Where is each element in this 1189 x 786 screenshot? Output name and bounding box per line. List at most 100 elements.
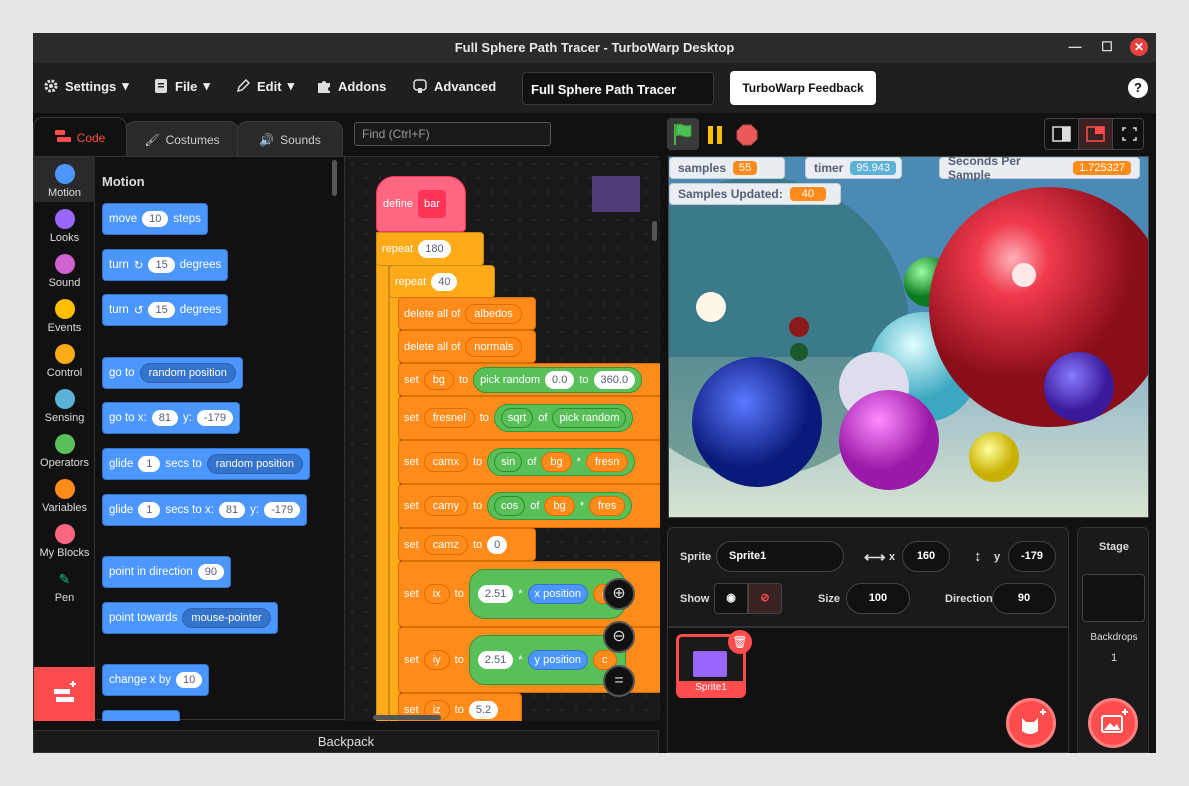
- set-fresnel-var[interactable]: fresnel: [423, 408, 475, 428]
- repeat-180-block[interactable]: repeat 180: [376, 232, 484, 266]
- cos-reporter[interactable]: cos of bg * fres: [487, 492, 633, 520]
- move-steps-block[interactable]: move 10 steps: [102, 203, 208, 235]
- change-x-input[interactable]: 10: [176, 672, 203, 688]
- turn-left-block[interactable]: turn ↺ 15 degrees: [102, 294, 229, 326]
- glide-xy-secs-input[interactable]: 1: [138, 502, 161, 518]
- ix-number[interactable]: 2.51: [477, 585, 514, 603]
- fullscreen-button[interactable]: [1113, 119, 1146, 149]
- partial-block[interactable]: [102, 710, 180, 721]
- monitor-samples[interactable]: samples 55: [669, 157, 785, 179]
- canvas-scrollbar-h[interactable]: [373, 715, 441, 720]
- category-sound[interactable]: Sound: [34, 247, 95, 292]
- monitor-timer[interactable]: timer 95.943: [805, 157, 902, 179]
- set-bg-block[interactable]: set bg to pick random 0.0 to 360.0: [398, 363, 660, 396]
- sprite-name-input[interactable]: Sprite1: [716, 541, 844, 572]
- glide-dropdown[interactable]: random position: [206, 454, 304, 474]
- direction-input[interactable]: 90: [992, 583, 1056, 614]
- turn-right-input[interactable]: 15: [148, 257, 175, 273]
- edit-menu[interactable]: Edit ▾: [235, 78, 294, 94]
- set-camx-block[interactable]: set camx to sin of bg * fresn: [398, 440, 660, 484]
- ix-multiply-reporter[interactable]: 2.51*x positionc: [468, 569, 626, 619]
- normals-dropdown[interactable]: normals: [465, 336, 523, 357]
- category-variables[interactable]: Variables: [34, 472, 95, 517]
- set-fresnel-block[interactable]: set fresnel to sqrt of pick random: [398, 396, 660, 440]
- go-to-xy-block[interactable]: go to x: 81 y: -179: [102, 402, 240, 434]
- help-button[interactable]: ?: [1128, 78, 1148, 98]
- feedback-button[interactable]: TurboWarp Feedback: [730, 71, 876, 105]
- go-to-y-input[interactable]: -179: [196, 410, 233, 426]
- maximize-button[interactable]: ☐: [1098, 38, 1116, 56]
- iy-multiply-reporter[interactable]: 2.51 * y position c: [468, 635, 626, 685]
- repeat-40-input[interactable]: 40: [431, 272, 458, 291]
- stage-panel[interactable]: Stage Backdrops 1: [1077, 527, 1149, 753]
- move-steps-input[interactable]: 10: [142, 211, 169, 227]
- file-menu[interactable]: File ▾: [153, 78, 210, 94]
- addons-menu[interactable]: Addons: [316, 78, 386, 94]
- category-control[interactable]: Control: [34, 337, 95, 382]
- point-direction-block[interactable]: point in direction 90: [102, 556, 231, 588]
- script-canvas[interactable]: define bar repeat 180 repeat 40 delete all…: [345, 157, 660, 721]
- minimize-button[interactable]: —: [1066, 38, 1084, 56]
- category-pen[interactable]: ✎ Pen: [34, 562, 95, 607]
- albedos-dropdown[interactable]: albedos: [465, 303, 522, 324]
- sqrt-reporter[interactable]: sqrt of pick random: [493, 404, 634, 432]
- category-operators[interactable]: Operators: [34, 427, 95, 472]
- category-my-blocks[interactable]: My Blocks: [34, 517, 95, 562]
- show-visible-button[interactable]: ◉: [714, 583, 748, 614]
- sin-dropdown[interactable]: sin: [494, 452, 523, 472]
- turn-right-block[interactable]: turn ↻ 15 degrees: [102, 249, 229, 281]
- settings-menu[interactable]: Settings ▾: [43, 78, 129, 94]
- canvas-scrollbar-v[interactable]: [652, 221, 657, 241]
- zoom-reset-button[interactable]: =: [603, 665, 635, 697]
- glide-secs-input[interactable]: 1: [138, 456, 161, 472]
- zoom-in-button[interactable]: ⊕: [603, 578, 635, 610]
- set-iy-var[interactable]: iy: [423, 650, 450, 670]
- add-backdrop-button[interactable]: [1088, 698, 1138, 748]
- show-hidden-button[interactable]: ⊘: [748, 583, 782, 614]
- zoom-out-button[interactable]: ⊖: [603, 621, 635, 653]
- pick-random-reporter[interactable]: pick random 0.0 to 360.0: [473, 366, 643, 393]
- size-input[interactable]: 100: [846, 583, 910, 614]
- delete-sprite-button[interactable]: 🗑: [728, 630, 752, 654]
- pause-button[interactable]: [705, 125, 725, 145]
- add-extension-button[interactable]: [34, 667, 95, 721]
- set-camy-var[interactable]: camy: [423, 496, 468, 516]
- stop-button[interactable]: [736, 124, 758, 146]
- set-camz-var[interactable]: camz: [423, 534, 468, 555]
- monitor-seconds-per-sample[interactable]: Seconds Per Sample 1.725327: [939, 157, 1140, 182]
- set-camy-block[interactable]: set camy to cos of bg * fres: [398, 484, 660, 528]
- set-ix-var[interactable]: ix: [423, 584, 450, 604]
- pick-random-min[interactable]: 0.0: [545, 370, 575, 389]
- set-iz-input[interactable]: 5.2: [468, 700, 499, 719]
- category-motion[interactable]: Motion: [34, 157, 95, 202]
- delete-albedos-block[interactable]: delete all of albedos: [398, 297, 536, 330]
- category-events[interactable]: Events: [34, 292, 95, 337]
- glide-block[interactable]: glide 1 secs to random position: [102, 448, 311, 480]
- set-bg-var[interactable]: bg: [423, 369, 454, 390]
- point-towards-dropdown[interactable]: mouse-pointer: [182, 608, 271, 628]
- go-to-x-input[interactable]: 81: [151, 410, 178, 426]
- find-input[interactable]: Find (Ctrl+F): [354, 122, 551, 146]
- tab-code[interactable]: Code: [33, 117, 127, 157]
- glide-y-input[interactable]: -179: [264, 502, 301, 518]
- stage-canvas[interactable]: samples 55 timer 95.943 Seconds Per Sample…: [668, 156, 1149, 518]
- set-camx-var[interactable]: camx: [423, 452, 468, 472]
- glide-x-input[interactable]: 81: [218, 502, 246, 518]
- set-camz-block[interactable]: set camz to 0: [398, 528, 536, 561]
- direction-input[interactable]: 90: [197, 564, 224, 580]
- category-looks[interactable]: Looks: [34, 202, 95, 247]
- point-towards-block[interactable]: point towards mouse-pointer: [102, 602, 278, 634]
- monitor-samples-updated[interactable]: Samples Updated: 40: [669, 183, 841, 205]
- define-block[interactable]: define bar: [376, 176, 466, 232]
- go-to-block[interactable]: go to random position: [102, 357, 243, 389]
- pick-random-max[interactable]: 360.0: [593, 370, 636, 389]
- normal-stage-button[interactable]: [1079, 119, 1113, 149]
- palette-scrollbar[interactable]: [332, 160, 337, 196]
- repeat-40-block[interactable]: repeat 40: [389, 265, 495, 298]
- x-input[interactable]: 160: [902, 541, 950, 572]
- backpack[interactable]: Backpack: [33, 730, 659, 753]
- iy-number[interactable]: 2.51: [477, 651, 514, 669]
- category-sensing[interactable]: Sensing: [34, 382, 95, 427]
- small-stage-button[interactable]: [1045, 119, 1079, 149]
- change-x-block[interactable]: change x by 10: [102, 664, 210, 696]
